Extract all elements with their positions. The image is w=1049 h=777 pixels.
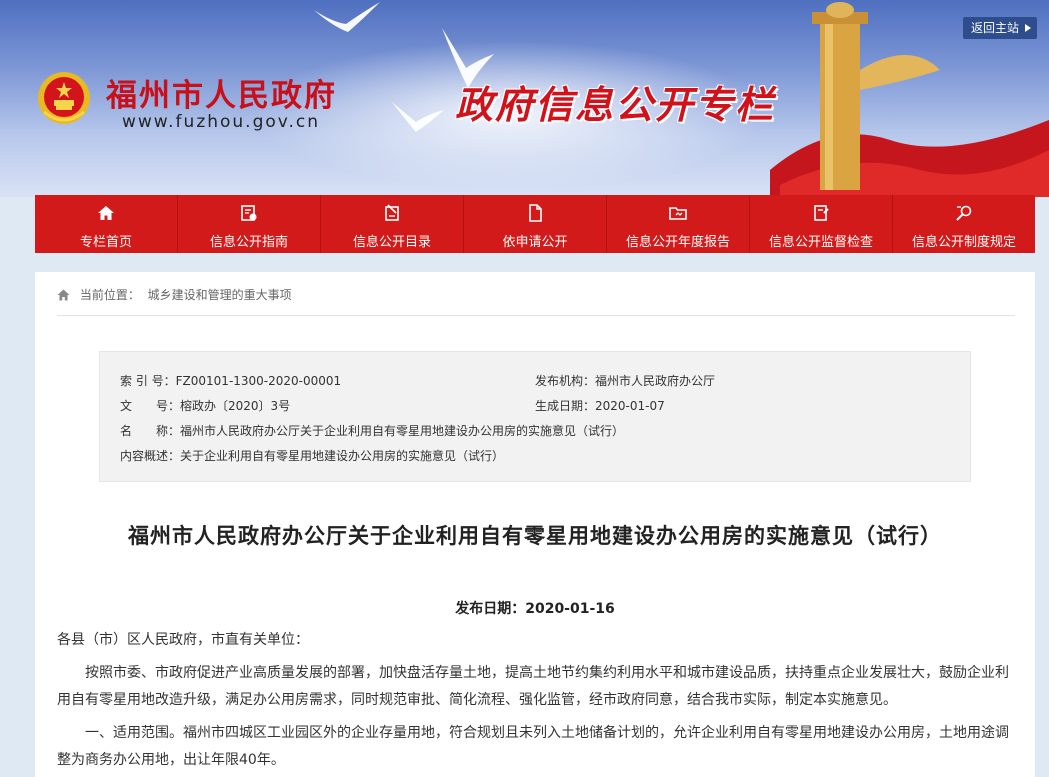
national-emblem-icon (38, 72, 90, 124)
article-paragraph: 一、适用范围。福州市四城区工业园区外的企业存量用地，符合规划且未列入土地储备计划… (57, 725, 1009, 768)
content-panel: 当前位置： 城乡建设和管理的重大事项 索 引 号：FZ00101-1300-20… (35, 272, 1035, 777)
article-salutation: 各县（市）区人民政府，市直有关单位： (57, 632, 309, 648)
column-slogan: 政府信息公开专栏 (455, 83, 776, 127)
meta-value: 福州市人民政府办公厅关于企业利用自有零星用地建设办公用房的实施意见（试行） (180, 424, 625, 438)
home-icon (57, 289, 70, 301)
nav-label: 信息公开年度报告 (625, 235, 730, 250)
breadcrumb-prefix: 当前位置： (79, 288, 140, 302)
nav-item-catalog[interactable]: 信息公开目录 (321, 195, 464, 253)
meta-value: 2020-01-07 (595, 399, 665, 413)
meta-label: 生成日期： (535, 399, 596, 413)
nav-item-home[interactable]: 专栏首页 (35, 195, 178, 253)
meta-value: 关于企业利用自有零星用地建设办公用房的实施意见（试行） (180, 449, 505, 463)
nav-item-regulations[interactable]: 信息公开制度规定 (893, 195, 1035, 253)
divider (57, 315, 1015, 316)
seagull-icon (392, 102, 444, 132)
nav-label: 信息公开指南 (209, 235, 288, 250)
nav-label: 信息公开监督检查 (768, 235, 873, 250)
nav-label: 专栏首页 (79, 235, 132, 250)
search-rule-icon (956, 205, 972, 221)
document-icon (529, 204, 542, 222)
nav-label: 依申请公开 (502, 235, 568, 250)
meta-summary: 内容概述：关于企业利用自有零星用地建设办公用房的实施意见（试行） (120, 447, 504, 464)
meta-value: 榕政办〔2020〕3号 (180, 399, 291, 413)
main-nav: 专栏首页 信息公开指南 信息公开目录 依申请公开 信息公开年度报告 信息公开监督… (35, 195, 1035, 253)
back-to-main-site-button[interactable]: 返回主站 (963, 17, 1037, 39)
meta-index: 索 引 号：FZ00101-1300-2020-00001 (120, 372, 341, 389)
meta-label: 内容概述： (120, 449, 181, 463)
meta-created: 生成日期：2020-01-07 (535, 397, 665, 414)
nav-label: 信息公开制度规定 (911, 235, 1016, 250)
meta-value: 福州市人民政府办公厅 (595, 374, 716, 388)
seagull-icon (314, 2, 380, 32)
folder-icon (669, 207, 687, 220)
nav-item-annual-report[interactable]: 信息公开年度报告 (607, 195, 750, 253)
nav-item-guide[interactable]: 信息公开指南 (178, 195, 321, 253)
meta-name: 名 称：福州市人民政府办公厅关于企业利用自有零星用地建设办公用房的实施意见（试行… (120, 422, 624, 439)
guide-icon (241, 205, 257, 221)
meta-label: 发布机构： (535, 374, 596, 388)
arrow-right-icon (1025, 24, 1031, 32)
meta-value: FZ00101-1300-2020-00001 (175, 374, 342, 388)
breadcrumb: 当前位置： 城乡建设和管理的重大事项 (57, 286, 292, 303)
article-title: 福州市人民政府办公厅关于企业利用自有零星用地建设办公用房的实施意见（试行） (128, 524, 942, 548)
site-name: 福州市人民政府 (106, 78, 337, 114)
meta-issuer: 发布机构：福州市人民政府办公厅 (535, 372, 715, 389)
nav-label: 信息公开目录 (352, 235, 431, 250)
meta-label: 索 引 号： (120, 374, 176, 388)
home-icon (98, 206, 114, 220)
nav-item-inspection[interactable]: 信息公开监督检查 (750, 195, 893, 253)
document-meta-box: 索 引 号：FZ00101-1300-2020-00001 发布机构：福州市人民… (99, 351, 971, 482)
article-paragraph: 按照市委、市政府促进产业高质量发展的部署，加快盘活存量土地，提高土地节约集约利用… (57, 665, 1009, 708)
nav-item-apply[interactable]: 依申请公开 (464, 195, 607, 253)
meta-label: 名 称： (120, 424, 181, 438)
breadcrumb-current[interactable]: 城乡建设和管理的重大事项 (148, 288, 292, 302)
meta-label: 文 号： (120, 399, 181, 413)
meta-docno: 文 号：榕政办〔2020〕3号 (120, 397, 290, 414)
catalog-icon (385, 204, 399, 221)
site-url: www.fuzhou.gov.cn (122, 112, 321, 132)
publish-date: 发布日期：2020-01-16 (455, 601, 615, 617)
back-button-label: 返回主站 (971, 21, 1020, 35)
site-header: 福州市人民政府 www.fuzhou.gov.cn 政府信息公开专栏 返回主站 (0, 0, 1049, 197)
inspection-icon (814, 205, 829, 221)
